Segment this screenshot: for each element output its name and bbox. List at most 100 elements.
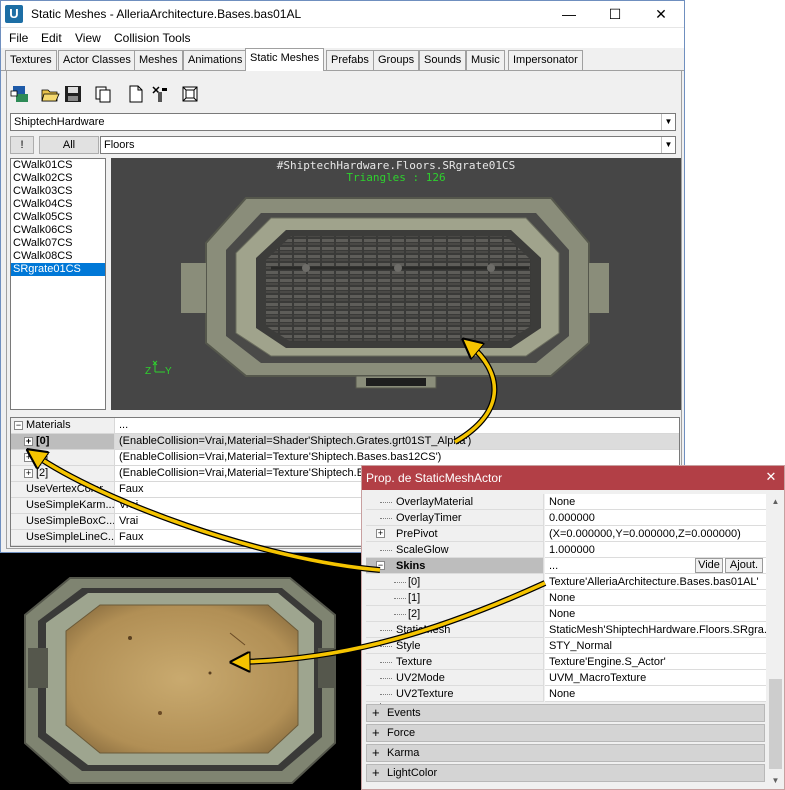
prop-row-skin-0[interactable]: [0] Texture'AlleriaArchitecture.Bases.ba…: [366, 574, 766, 590]
list-item[interactable]: CWalk05CS: [11, 211, 105, 224]
prop-row-overlaytimer[interactable]: OverlayTimer 0.000000: [366, 510, 766, 526]
category-label: Karma: [387, 747, 420, 759]
category-events[interactable]: + Events: [366, 704, 765, 722]
prop-value[interactable]: Texture'Engine.S_Actor': [545, 654, 766, 670]
list-item[interactable]: CWalk08CS: [11, 250, 105, 263]
tab-prefabs[interactable]: Prefabs: [326, 50, 374, 70]
prop-value[interactable]: (X=0.000000,Y=0.000000,Z=0.000000): [545, 526, 766, 542]
list-item[interactable]: CWalk06CS: [11, 224, 105, 237]
category-force[interactable]: + Force: [366, 724, 765, 742]
table-row[interactable]: + [1] (EnableCollision=Vrai,Material=Tex…: [11, 450, 679, 466]
clear-skins-button[interactable]: Vide: [695, 558, 723, 573]
close-button[interactable]: ✕: [762, 468, 780, 486]
title-bar[interactable]: U Static Meshes - AlleriaArchitecture.Ba…: [1, 1, 684, 28]
mesh-viewport[interactable]: #ShiptechHardware.Floors.SRgrate01CS Tri…: [111, 158, 681, 410]
prop-value[interactable]: 0.000000: [545, 510, 766, 526]
package-combo-value: ShiptechHardware: [14, 116, 105, 128]
prop-row-overlaymaterial[interactable]: OverlayMaterial None: [366, 494, 766, 510]
category-karma[interactable]: + Karma: [366, 744, 765, 762]
menu-collision-tools[interactable]: Collision Tools: [114, 31, 190, 45]
expand-icon[interactable]: +: [24, 469, 33, 478]
tab-textures[interactable]: Textures: [5, 50, 57, 70]
properties-title-bar[interactable]: Prop. de StaticMeshActor ✕: [362, 466, 784, 490]
copy-icon[interactable]: [92, 83, 114, 105]
browser-icon[interactable]: [9, 83, 31, 105]
maximize-button[interactable]: ☐: [592, 1, 638, 28]
prop-value[interactable]: None: [545, 686, 766, 702]
prop-value[interactable]: None: [545, 606, 766, 622]
open-folder-icon[interactable]: [39, 83, 61, 105]
category-lightcolor[interactable]: + LightColor: [366, 764, 765, 782]
scroll-down-icon[interactable]: ▼: [767, 773, 784, 789]
chevron-down-icon[interactable]: ▼: [661, 137, 675, 153]
prop-row-prepivot[interactable]: + PrePivot (X=0.000000,Y=0.000000,Z=0.00…: [366, 526, 766, 542]
list-item[interactable]: CWalk07CS: [11, 237, 105, 250]
scroll-thumb[interactable]: [769, 679, 782, 769]
prop-row-texture[interactable]: Texture Texture'Engine.S_Actor': [366, 654, 766, 670]
list-item[interactable]: CWalk02CS: [11, 172, 105, 185]
prop-value[interactable]: STY_Normal: [545, 638, 766, 654]
table-row[interactable]: + [0] (EnableCollision=Vrai,Material=Sha…: [11, 434, 679, 450]
list-item-selected[interactable]: SRgrate01CS: [11, 263, 105, 276]
prop-row-staticmesh[interactable]: StaticMesh StaticMesh'ShiptechHardware.F…: [366, 622, 766, 638]
prop-row-scaleglow[interactable]: ScaleGlow 1.000000: [366, 542, 766, 558]
prop-value[interactable]: None: [545, 494, 766, 510]
tab-music[interactable]: Music: [466, 50, 505, 70]
properties-scrollbar[interactable]: ▲ ▼: [767, 494, 784, 789]
minimize-button[interactable]: —: [546, 1, 592, 28]
expand-icon[interactable]: +: [24, 437, 33, 446]
prop-row-uv2texture[interactable]: UV2Texture None: [366, 686, 766, 702]
tab-sounds[interactable]: Sounds: [419, 50, 467, 70]
collapse-icon[interactable]: −: [14, 421, 23, 430]
expand-icon[interactable]: +: [376, 529, 385, 538]
add-skin-button[interactable]: Ajout.: [725, 558, 763, 573]
expand-icon[interactable]: +: [372, 705, 380, 721]
tab-actor-classes[interactable]: Actor Classes: [58, 50, 136, 70]
viewport-triangle-count: Triangles : 126: [346, 171, 446, 184]
tab-static-meshes[interactable]: Static Meshes: [245, 48, 325, 71]
expand-icon[interactable]: +: [24, 453, 33, 462]
prop-key: OverlayTimer: [396, 512, 462, 524]
mesh-list[interactable]: CWalk01CS CWalk02CS CWalk03CS CWalk04CS …: [10, 158, 106, 410]
list-item[interactable]: CWalk01CS: [11, 159, 105, 172]
prop-value[interactable]: StaticMesh'ShiptechHardware.Floors.SRgra…: [545, 622, 766, 638]
prop-key: Texture: [396, 656, 433, 668]
tab-impersonator[interactable]: Impersonator: [508, 50, 583, 70]
chevron-down-icon[interactable]: ▼: [661, 114, 675, 130]
new-document-icon[interactable]: [125, 83, 147, 105]
menu-file[interactable]: File: [9, 31, 28, 45]
prop-row-style[interactable]: Style STY_Normal: [366, 638, 766, 654]
prop-key: ScaleGlow: [396, 544, 449, 556]
list-item[interactable]: CWalk03CS: [11, 185, 105, 198]
prop-row-skin-2[interactable]: [2] None: [366, 606, 766, 622]
prop-value[interactable]: 1.000000: [545, 542, 766, 558]
menu-view[interactable]: View: [75, 31, 101, 45]
prop-row-skin-1[interactable]: [1] None: [366, 590, 766, 606]
convert-icon[interactable]: [179, 83, 201, 105]
filter-button[interactable]: !: [10, 136, 34, 154]
expand-icon[interactable]: +: [372, 765, 380, 781]
expand-icon[interactable]: +: [372, 745, 380, 761]
close-button[interactable]: ✕: [638, 1, 684, 28]
group-combo[interactable]: Floors ▼: [100, 136, 676, 154]
tab-groups[interactable]: Groups: [373, 50, 420, 70]
collapse-icon[interactable]: −: [376, 561, 385, 570]
prop-value[interactable]: None: [545, 590, 766, 606]
scroll-up-icon[interactable]: ▲: [767, 494, 784, 510]
prop-value[interactable]: UVM_MacroTexture: [545, 670, 766, 686]
list-item[interactable]: CWalk04CS: [11, 198, 105, 211]
prop-value[interactable]: Texture'AlleriaArchitecture.Bases.bas01A…: [545, 574, 766, 590]
prop-row-uv2mode[interactable]: UV2Mode UVM_MacroTexture: [366, 670, 766, 686]
all-button[interactable]: All: [39, 136, 99, 154]
properties-list[interactable]: OverlayMaterial None OverlayTimer 0.0000…: [366, 494, 766, 787]
tab-animations[interactable]: Animations: [183, 50, 248, 70]
prop-row-skins[interactable]: − Skins ... Vide Ajout.: [366, 558, 766, 574]
prop-value[interactable]: ... Vide Ajout.: [545, 558, 766, 574]
tab-meshes[interactable]: Meshes: [134, 50, 183, 70]
tools-icon[interactable]: [149, 83, 171, 105]
expand-icon[interactable]: +: [372, 725, 380, 741]
menu-edit[interactable]: Edit: [41, 31, 62, 45]
package-combo[interactable]: ShiptechHardware ▼: [10, 113, 676, 131]
save-icon[interactable]: [62, 83, 84, 105]
grid-row-materials[interactable]: − Materials ...: [11, 418, 679, 434]
